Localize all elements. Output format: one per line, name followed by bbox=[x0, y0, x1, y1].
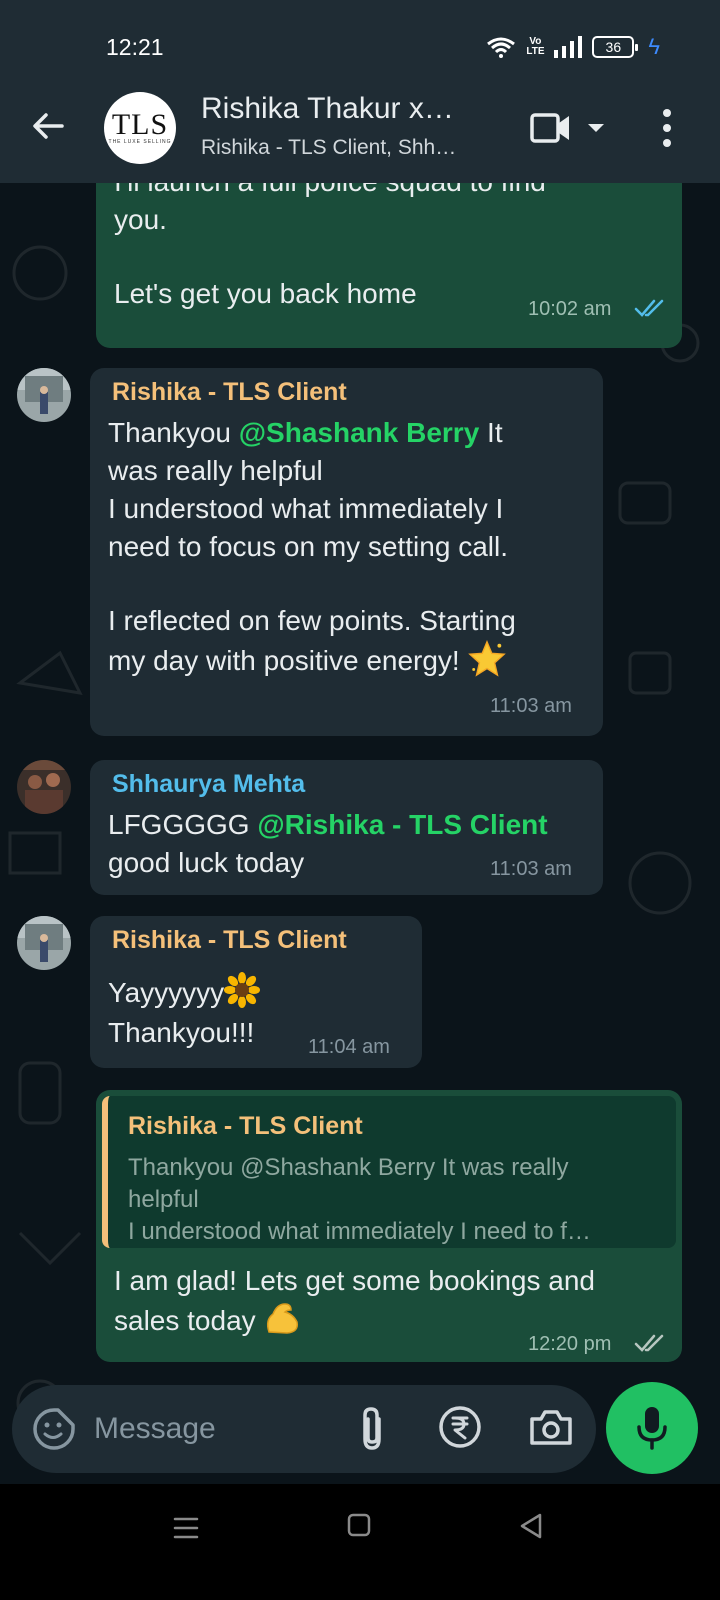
outgoing-message[interactable]: Rishika - TLS Client Thankyou @Shashank … bbox=[96, 1090, 682, 1362]
outgoing-message[interactable]: I'll launch a full police squad to find … bbox=[96, 183, 682, 348]
incoming-message[interactable]: Rishika - TLS Client Yayyyyyy Thankyou!!… bbox=[90, 916, 422, 1068]
message-sender: Rishika - TLS Client bbox=[112, 378, 347, 406]
sender-avatar[interactable] bbox=[17, 760, 71, 814]
group-logo-text: TLS bbox=[111, 108, 169, 141]
message-time: 12:20 pm bbox=[528, 1333, 612, 1355]
system-navigation-bar bbox=[0, 1484, 720, 1600]
chat-header: TLS THE LUXE SELLING Rishika Thakur x… R… bbox=[0, 88, 720, 183]
message-text: I reflected on few points. Starting my d… bbox=[108, 602, 598, 680]
flexed-biceps-emoji-icon bbox=[267, 1303, 299, 1334]
message-text: LFGGGGG @Rishika - TLS Client bbox=[108, 806, 598, 844]
message-input[interactable] bbox=[94, 1405, 354, 1453]
sender-avatar[interactable] bbox=[17, 916, 71, 970]
message-text-part: It bbox=[479, 417, 503, 448]
chat-area[interactable]: I'll launch a full police squad to find … bbox=[0, 183, 720, 1513]
video-call-button[interactable] bbox=[530, 110, 614, 146]
message-text: was really helpful I understood what imm… bbox=[108, 455, 508, 562]
read-ticks-icon bbox=[634, 299, 664, 317]
charging-bolt-icon: ϟ bbox=[648, 34, 660, 59]
sender-avatar[interactable] bbox=[17, 368, 71, 422]
mention-link[interactable]: @Rishika - TLS Client bbox=[257, 809, 547, 840]
status-bar: 12:21 Vo LTE 36 ϟ bbox=[0, 0, 720, 88]
message-text-part: Thankyou bbox=[108, 417, 239, 448]
volte-icon: Vo LTE bbox=[526, 36, 545, 57]
message-text: Thankyou!!! bbox=[108, 1017, 255, 1048]
recents-menu-icon[interactable] bbox=[172, 1514, 200, 1542]
microphone-icon bbox=[637, 1407, 667, 1450]
message-text-part: Yayyyyyy bbox=[108, 977, 225, 1008]
message-text: Yayyyyyy bbox=[108, 972, 408, 1012]
sunflower-emoji-icon bbox=[224, 972, 261, 1008]
status-time: 12:21 bbox=[106, 34, 164, 60]
message-time: 11:03 am bbox=[490, 695, 572, 717]
message-text-part: LFGGGGG bbox=[108, 809, 258, 840]
back-triangle-icon[interactable] bbox=[518, 1512, 544, 1540]
dropdown-caret-icon bbox=[588, 124, 604, 132]
message-text: Thankyou @Shashank Berry It bbox=[108, 414, 598, 452]
payment-rupee-icon[interactable] bbox=[438, 1405, 482, 1449]
chat-subtitle[interactable]: Rishika - TLS Client, Shh… bbox=[201, 136, 456, 160]
sender-avatar-photo bbox=[17, 368, 71, 422]
voice-message-button[interactable] bbox=[606, 1382, 698, 1474]
message-text-part: I am glad! Lets get some bookings and sa… bbox=[114, 1265, 595, 1336]
message-time: 11:03 am bbox=[490, 858, 572, 880]
message-text: I am glad! Lets get some bookings and sa… bbox=[114, 1262, 674, 1340]
glowing-star-emoji-icon bbox=[467, 640, 506, 677]
incoming-message[interactable]: Shhaurya Mehta LFGGGGG @Rishika - TLS Cl… bbox=[90, 760, 603, 895]
quoted-sender: Rishika - TLS Client bbox=[128, 1112, 363, 1140]
message-time: 10:02 am bbox=[528, 298, 612, 320]
chat-title[interactable]: Rishika Thakur x… bbox=[201, 92, 454, 126]
sender-avatar-photo bbox=[17, 916, 71, 970]
quoted-reply[interactable]: Rishika - TLS Client Thankyou @Shashank … bbox=[102, 1096, 676, 1248]
camera-icon[interactable] bbox=[528, 1407, 574, 1447]
home-square-icon[interactable] bbox=[346, 1512, 372, 1538]
message-text: good luck today bbox=[108, 847, 305, 878]
sender-avatar-photo bbox=[17, 760, 71, 814]
message-time: 11:04 am bbox=[308, 1036, 390, 1058]
quoted-text: Thankyou @Shashank Berry It was really h… bbox=[128, 1154, 591, 1245]
message-composer bbox=[12, 1385, 596, 1473]
group-logo-subtext: THE LUXE SELLING bbox=[108, 139, 172, 145]
attachment-paperclip-icon[interactable] bbox=[352, 1405, 392, 1453]
delivered-ticks-icon bbox=[634, 1334, 664, 1352]
mention-link[interactable]: @Shashank Berry bbox=[239, 417, 480, 448]
wifi-icon bbox=[487, 37, 516, 58]
incoming-message[interactable]: Rishika - TLS Client Thankyou @Shashank … bbox=[90, 368, 603, 736]
message-text: I'll launch a full police squad to find … bbox=[114, 183, 546, 235]
video-camera-icon bbox=[530, 113, 569, 143]
battery-icon: 36 bbox=[592, 36, 639, 58]
message-sender: Rishika - TLS Client bbox=[112, 926, 347, 954]
message-sender: Shhaurya Mehta bbox=[112, 770, 306, 798]
more-options-icon[interactable] bbox=[661, 108, 673, 148]
battery-level: 36 bbox=[605, 39, 622, 55]
sticker-emoji-icon[interactable] bbox=[32, 1407, 76, 1451]
group-avatar[interactable]: TLS THE LUXE SELLING bbox=[104, 92, 176, 164]
message-text-part: I reflected on few points. Starting my d… bbox=[108, 605, 516, 676]
signal-icon bbox=[554, 36, 583, 58]
status-icons: Vo LTE 36 ϟ bbox=[486, 34, 660, 60]
message-text: Let's get you back home bbox=[114, 278, 417, 309]
back-arrow-icon[interactable] bbox=[28, 106, 68, 146]
